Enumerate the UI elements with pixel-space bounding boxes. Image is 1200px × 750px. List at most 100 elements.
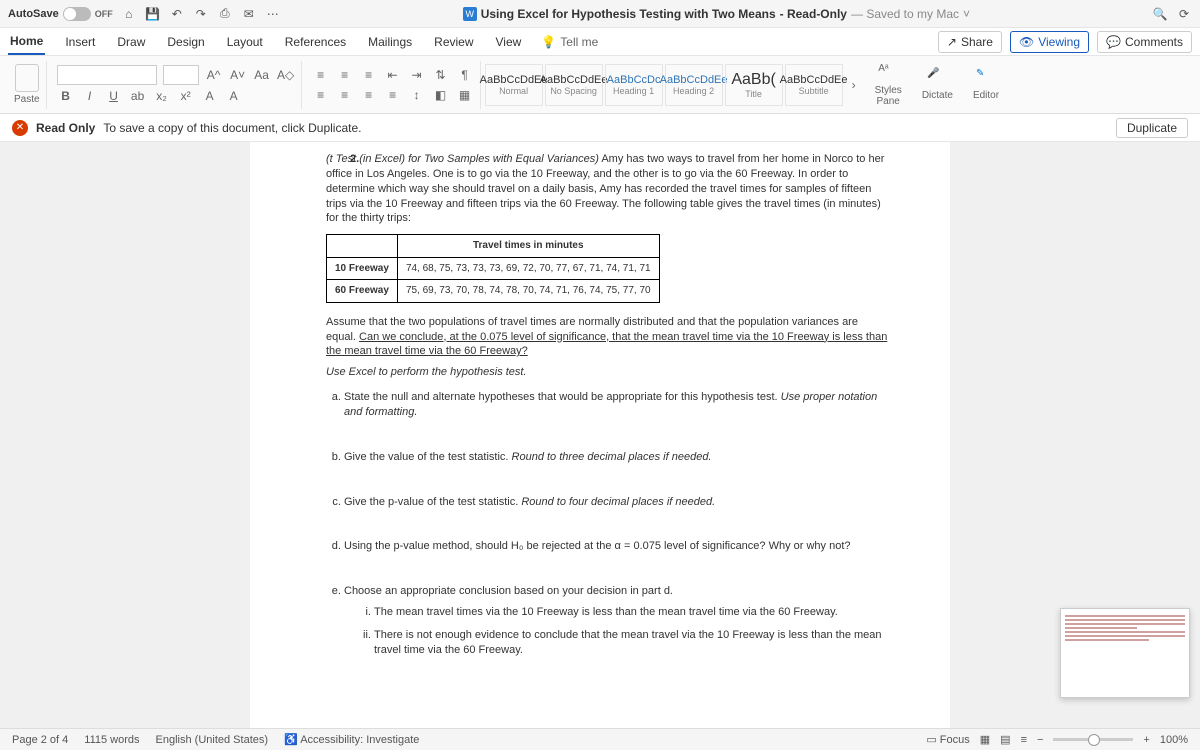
focus-icon: ▭ — [926, 734, 936, 746]
sub-questions: State the null and alternate hypotheses … — [344, 390, 890, 658]
part-b: Give the value of the test statistic. Ro… — [344, 450, 890, 465]
mic-icon: 🎤 — [927, 68, 947, 88]
style-title[interactable]: AaBb(Title — [725, 64, 783, 106]
part-c: Give the p-value of the test statistic. … — [344, 495, 890, 510]
zoom-slider[interactable] — [1053, 738, 1133, 741]
tab-insert[interactable]: Insert — [63, 28, 97, 55]
style-nospacing[interactable]: AaBbCcDdEeNo Spacing — [545, 64, 603, 106]
home-icon[interactable]: ⌂ — [121, 6, 137, 22]
saved-tag: — Saved to my Mac — [851, 7, 959, 21]
close-banner-icon[interactable]: ✕ — [12, 120, 28, 136]
view-web-icon[interactable]: ▤ — [1000, 733, 1010, 746]
paste-button[interactable]: Paste — [14, 64, 40, 105]
tab-view[interactable]: View — [494, 28, 524, 55]
mail-icon[interactable]: ✉ — [241, 6, 257, 22]
tab-design[interactable]: Design — [165, 28, 206, 55]
numbering-icon[interactable]: ≡ — [336, 66, 354, 84]
tell-me-label: Tell me — [560, 35, 598, 49]
increase-font-icon[interactable]: A^ — [205, 66, 223, 84]
tab-layout[interactable]: Layout — [225, 28, 265, 55]
change-case-icon[interactable]: Aa — [253, 66, 271, 84]
zoom-out-button[interactable]: − — [1037, 734, 1043, 746]
share-button[interactable]: ↗ Share — [938, 31, 1002, 53]
zoom-in-button[interactable]: + — [1143, 734, 1149, 746]
search-icon[interactable]: 🔍 — [1152, 6, 1168, 22]
dictate-button[interactable]: 🎤 Dictate — [914, 68, 961, 101]
style-subtitle[interactable]: AaBbCcDdEeSubtitle — [785, 64, 843, 106]
multilevel-icon[interactable]: ≡ — [360, 66, 378, 84]
superscript-button[interactable]: x² — [177, 87, 195, 105]
align-right-icon[interactable]: ≡ — [360, 86, 378, 104]
part-d: Using the p-value method, should H₀ be r… — [344, 539, 890, 554]
sort-icon[interactable]: ⇅ — [432, 66, 450, 84]
bulb-icon: 💡 — [541, 35, 556, 49]
font-color-button[interactable]: A — [225, 87, 243, 105]
view-print-icon[interactable]: ▦ — [980, 733, 990, 746]
accessibility-indicator[interactable]: ♿ Accessibility: Investigate — [284, 733, 419, 746]
subscript-button[interactable]: x₂ — [153, 87, 171, 105]
strike-button[interactable]: ab — [129, 87, 147, 105]
doc-title: Using Excel for Hypothesis Testing with … — [481, 7, 776, 21]
zoom-level[interactable]: 100% — [1160, 734, 1188, 746]
row2-label: 60 Freeway — [327, 280, 398, 303]
document-area[interactable]: 2. (t Test (in Excel) for Two Samples wi… — [0, 142, 1200, 728]
styles-pane-button[interactable]: Aᵃ Styles Pane — [867, 63, 910, 107]
style-heading1[interactable]: AaBbCcDcHeading 1 — [605, 64, 663, 106]
align-left-icon[interactable]: ≡ — [312, 86, 330, 104]
viewing-mode-button[interactable]: 👁 Viewing — [1010, 31, 1089, 53]
part-e-ii: There is not enough evidence to conclude… — [374, 628, 890, 658]
clear-format-icon[interactable]: A◇ — [277, 66, 295, 84]
font-family-dropdown[interactable] — [57, 65, 157, 85]
share-label: Share — [961, 35, 993, 49]
row1-label: 10 Freeway — [327, 257, 398, 280]
shading-icon[interactable]: ◧ — [432, 86, 450, 104]
view-outline-icon[interactable]: ≡ — [1021, 734, 1027, 746]
styles-pane-icon: Aᵃ — [878, 63, 898, 83]
underline-button[interactable]: U — [105, 87, 123, 105]
focus-mode-button[interactable]: ▭ Focus — [926, 733, 969, 746]
borders-icon[interactable]: ▦ — [456, 86, 474, 104]
use-excel: Use Excel to perform the hypothesis test… — [326, 365, 890, 380]
page-thumbnail[interactable] — [1060, 608, 1190, 698]
style-normal[interactable]: AaBbCcDdEeNormal — [485, 64, 543, 106]
tell-me-search[interactable]: 💡 Tell me — [541, 35, 598, 49]
justify-icon[interactable]: ≡ — [384, 86, 402, 104]
line-spacing-icon[interactable]: ↕ — [408, 86, 426, 104]
clipboard-group: Paste — [8, 61, 47, 109]
comment-icon: 💬 — [1106, 35, 1121, 49]
styles-more-icon[interactable]: › — [845, 76, 863, 94]
accessibility-icon: ♿ — [284, 734, 298, 746]
highlight-button[interactable]: A — [201, 87, 219, 105]
increase-indent-icon[interactable]: ⇥ — [408, 66, 426, 84]
pilcrow-icon[interactable]: ¶ — [456, 66, 474, 84]
tab-home[interactable]: Home — [8, 28, 45, 55]
align-center-icon[interactable]: ≡ — [336, 86, 354, 104]
redo-icon[interactable]: ↷ — [193, 6, 209, 22]
font-size-dropdown[interactable] — [163, 65, 199, 85]
decrease-font-icon[interactable]: A˅ — [229, 66, 247, 84]
language-indicator[interactable]: English (United States) — [156, 734, 269, 746]
decrease-indent-icon[interactable]: ⇤ — [384, 66, 402, 84]
duplicate-button[interactable]: Duplicate — [1116, 118, 1188, 138]
tab-references[interactable]: References — [283, 28, 348, 55]
comments-button[interactable]: 💬 Comments — [1097, 31, 1192, 53]
word-count[interactable]: 1115 words — [84, 734, 139, 746]
toggle-switch[interactable] — [63, 7, 91, 21]
style-heading2[interactable]: AaBbCcDdEeHeading 2 — [665, 64, 723, 106]
print-icon[interactable]: ⎙ — [217, 6, 233, 22]
chevron-down-icon[interactable]: ˅ — [963, 7, 970, 21]
page-indicator[interactable]: Page 2 of 4 — [12, 734, 68, 746]
italic-button[interactable]: I — [81, 87, 99, 105]
readonly-msg: To save a copy of this document, click D… — [103, 121, 361, 135]
tab-review[interactable]: Review — [432, 28, 475, 55]
editor-button[interactable]: ✎ Editor — [965, 68, 1007, 101]
undo-icon[interactable]: ↶ — [169, 6, 185, 22]
history-icon[interactable]: ⟳ — [1176, 6, 1192, 22]
autosave-toggle[interactable]: AutoSave OFF — [8, 7, 113, 21]
more-icon[interactable]: ⋯ — [265, 6, 281, 22]
bullets-icon[interactable]: ≡ — [312, 66, 330, 84]
save-icon[interactable]: 💾 — [145, 6, 161, 22]
tab-draw[interactable]: Draw — [115, 28, 147, 55]
bold-button[interactable]: B — [57, 87, 75, 105]
tab-mailings[interactable]: Mailings — [366, 28, 414, 55]
